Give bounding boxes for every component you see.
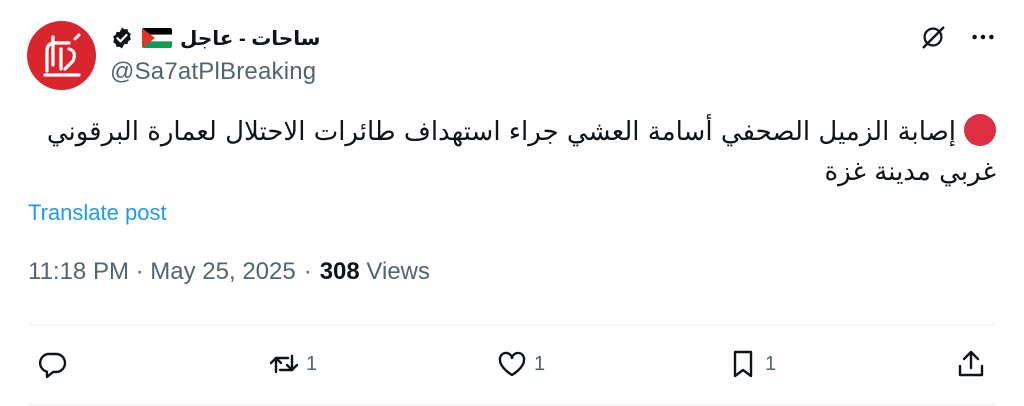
avatar[interactable]: [27, 21, 96, 90]
share-icon: [958, 350, 984, 377]
reply-button[interactable]: [37, 348, 75, 380]
heart-icon: [498, 351, 526, 377]
meta-separator: ·: [303, 258, 312, 285]
share-button[interactable]: [955, 348, 987, 380]
sahat-logo-icon: [42, 33, 81, 77]
post-body: إصابة الزميل الصحفي أسامة العشي جراء است…: [46, 117, 996, 187]
post-header-actions: [918, 22, 998, 52]
verified-badge-icon: [113, 27, 131, 49]
post-timestamp[interactable]: 11:18 PM · May 25, 2025: [28, 258, 296, 286]
reply-icon: [38, 352, 67, 379]
grok-icon[interactable]: [918, 22, 948, 52]
author-display-name[interactable]: ساحات - عاجل: [180, 26, 320, 51]
red-circle-emoji: [964, 114, 996, 146]
like-button[interactable]: 1: [496, 348, 545, 380]
repost-count: 1: [306, 352, 318, 375]
divider: [28, 324, 996, 325]
repost-button[interactable]: 1: [268, 348, 317, 380]
like-count: 1: [534, 352, 546, 375]
author-handle[interactable]: @Sa7atPlBreaking: [110, 58, 316, 86]
views-count: 308: [319, 258, 360, 285]
bookmark-button[interactable]: 1: [727, 348, 776, 380]
bookmark-count: 1: [765, 352, 777, 375]
author-name-row[interactable]: ساحات - عاجل: [110, 24, 320, 52]
divider: [28, 404, 996, 405]
post-meta: 11:18 PM · May 25, 2025 · 308 Views: [28, 258, 430, 286]
bookmark-icon: [733, 350, 753, 378]
translate-post-link[interactable]: Translate post: [28, 200, 167, 226]
more-options-icon[interactable]: [968, 22, 998, 52]
palestine-flag-icon: [142, 28, 172, 48]
views-label: Views: [366, 258, 431, 285]
repost-icon: [269, 354, 299, 374]
post-text: إصابة الزميل الصحفي أسامة العشي جراء است…: [30, 112, 996, 192]
